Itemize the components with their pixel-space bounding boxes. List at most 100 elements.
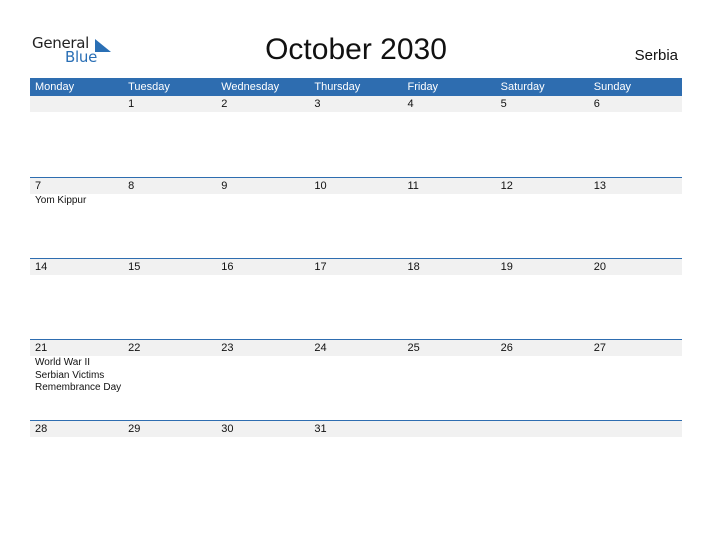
day-number: 30: [221, 423, 234, 435]
day-number: 22: [128, 342, 141, 354]
day-number: 31: [314, 423, 327, 435]
holiday-label: [309, 194, 402, 208]
date-row: 7 8 9 10 11 12 13: [30, 178, 682, 194]
holiday-label: [309, 112, 402, 113]
events-row: [30, 275, 682, 276]
week-row: 21 22 23 24 25 26 27 World War II Serbian Victim…: [30, 339, 682, 420]
events-row: [30, 437, 682, 438]
day-number: 2: [221, 98, 228, 110]
holiday-label: [123, 356, 216, 395]
day-number: [30, 96, 123, 112]
day-number: [403, 421, 496, 437]
day-number: 8: [128, 180, 135, 192]
calendar-grid: Monday Tuesday Wednesday Thursday Friday…: [30, 78, 682, 501]
holiday-label: [589, 356, 682, 395]
holiday-label: [309, 275, 402, 276]
country-label: Serbia: [634, 47, 678, 64]
weekday-saturday: Saturday: [500, 81, 545, 93]
day-number: 20: [593, 261, 606, 273]
holiday-label: [216, 356, 309, 395]
day-number: 3: [314, 98, 321, 110]
holiday-label: [403, 437, 496, 438]
holiday-label: [123, 112, 216, 113]
holiday-label: [403, 356, 496, 395]
holiday-label: [216, 112, 309, 113]
day-number: 12: [500, 180, 513, 192]
weekday-thursday: Thursday: [314, 81, 361, 93]
holiday-label: [123, 437, 216, 438]
holiday-label: [30, 275, 123, 276]
date-row: 21 22 23 24 25 26 27: [30, 340, 682, 356]
day-number: 18: [407, 261, 420, 273]
week-row: 28 29 30 31: [30, 420, 682, 501]
holiday-label: Yom Kippur: [35, 195, 87, 206]
holiday-label: [216, 437, 309, 438]
day-number: 6: [593, 98, 600, 110]
day-number: 19: [500, 261, 513, 273]
weekday-header: Monday Tuesday Wednesday Thursday Friday…: [30, 78, 682, 96]
day-number: [496, 421, 589, 437]
day-number: 15: [128, 261, 141, 273]
day-number: 4: [407, 98, 414, 110]
date-row: 1 2 3 4 5 6: [30, 96, 682, 112]
day-number: 14: [35, 261, 48, 273]
holiday-label: [216, 275, 309, 276]
holiday-label: [30, 437, 123, 438]
day-number: 24: [314, 342, 327, 354]
holiday-label: [30, 112, 123, 113]
day-number: 27: [593, 342, 606, 354]
holiday-label: [216, 194, 309, 208]
holiday-label: [309, 356, 402, 395]
holiday-label: [309, 437, 402, 438]
holiday-label: [589, 437, 682, 438]
weekday-monday: Monday: [35, 81, 75, 93]
holiday-label: [589, 112, 682, 113]
holiday-label: [496, 275, 589, 276]
holiday-line: Serbian Victims: [35, 369, 105, 381]
day-number: 17: [314, 261, 327, 273]
day-number: 5: [500, 98, 507, 110]
holiday-label: [496, 112, 589, 113]
holiday-label: [403, 275, 496, 276]
day-number: 21: [35, 342, 48, 354]
week-row: 7 8 9 10 11 12 13 Yom Kippur: [30, 177, 682, 258]
day-number: 28: [35, 423, 48, 435]
holiday-label: [123, 194, 216, 208]
day-number: 10: [314, 180, 327, 192]
holiday-label: [496, 437, 589, 438]
holiday-label: [496, 194, 589, 208]
date-row: 28 29 30 31: [30, 421, 682, 437]
events-row: Yom Kippur: [30, 194, 682, 208]
weeks-container: 1 2 3 4 5 6 7 8 9 10 11 12 13 Yom Kippur 14 15 16 17 18 19 2…: [30, 96, 682, 501]
day-number: 9: [221, 180, 228, 192]
events-row: World War II Serbian Victims Remembrance D…: [30, 356, 682, 395]
holiday-label: [123, 275, 216, 276]
holiday-label: World War II Serbian Victims Remembrance D…: [30, 356, 123, 395]
holiday-line: Remembrance Day: [35, 382, 122, 393]
date-row: 14 15 16 17 18 19 20: [30, 259, 682, 275]
holiday-label: [589, 194, 682, 208]
holiday-label: [403, 194, 496, 208]
calendar-title: October 2030: [265, 33, 447, 66]
day-number: 16: [221, 261, 234, 273]
day-number: 11: [407, 180, 419, 192]
weekday-tuesday: Tuesday: [128, 81, 170, 93]
week-row: 1 2 3 4 5 6: [30, 96, 682, 177]
weekday-friday: Friday: [407, 81, 439, 93]
day-number: 1: [128, 98, 135, 110]
day-number: [589, 421, 682, 437]
day-number: 29: [128, 423, 141, 435]
holiday-line: World War II: [35, 357, 91, 368]
holiday-label: [403, 112, 496, 113]
day-number: 13: [593, 180, 606, 192]
weekday-sunday: Sunday: [593, 81, 632, 93]
day-number: 23: [221, 342, 234, 354]
day-number: 7: [35, 180, 42, 192]
week-row: 14 15 16 17 18 19 20: [30, 258, 682, 339]
day-number: 26: [500, 342, 513, 354]
weekday-wednesday: Wednesday: [221, 81, 280, 93]
holiday-label: [496, 356, 589, 395]
holiday-label: [589, 275, 682, 276]
events-row: [30, 112, 682, 113]
day-number: 25: [407, 342, 420, 354]
